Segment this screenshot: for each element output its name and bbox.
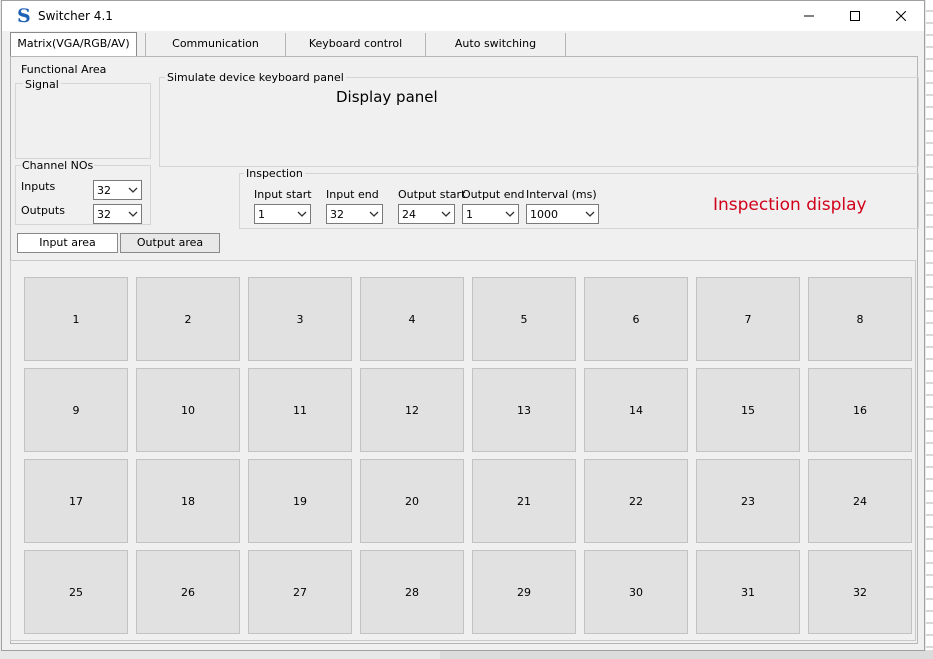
channel-button-20[interactable]: 20	[360, 459, 464, 543]
channel-button-grid: 1 2 3 4 5 6 7 8 9 10 11 12 13 14 15 16 17 18 19 20 21 22 23 24 2…	[10, 260, 916, 641]
outputs-count-select[interactable]: 32	[93, 204, 142, 224]
channel-button-15[interactable]: 15	[696, 368, 800, 452]
background-window-strip	[926, 0, 933, 659]
channel-button-13[interactable]: 13	[472, 368, 576, 452]
channel-button-30[interactable]: 30	[584, 550, 688, 634]
tab-communication[interactable]: Communication	[145, 33, 286, 57]
channel-button-18[interactable]: 18	[136, 459, 240, 543]
chevron-down-icon	[441, 211, 451, 217]
display-panel-text: Display panel	[336, 88, 438, 106]
channel-button-11[interactable]: 11	[248, 368, 352, 452]
channel-button-6[interactable]: 6	[584, 277, 688, 361]
functional-area-label: Functional Area	[21, 63, 107, 76]
tab-input-area[interactable]: Input area	[17, 233, 118, 253]
channel-button-25[interactable]: 25	[24, 550, 128, 634]
channel-button-12[interactable]: 12	[360, 368, 464, 452]
output-end-label: Output end	[462, 188, 525, 201]
keyboard-panel-label: Simulate device keyboard panel	[165, 71, 346, 84]
channel-button-32[interactable]: 32	[808, 550, 912, 634]
input-end-label: Input end	[326, 188, 379, 201]
input-start-label: Input start	[254, 188, 312, 201]
interval-label: Interval (ms)	[526, 188, 597, 201]
channel-button-31[interactable]: 31	[696, 550, 800, 634]
input-end-value: 32	[330, 208, 344, 221]
minimize-icon	[804, 15, 814, 17]
channel-button-17[interactable]: 17	[24, 459, 128, 543]
chevron-down-icon	[297, 211, 307, 217]
input-start-value: 1	[258, 208, 265, 221]
inputs-count-select[interactable]: 32	[93, 180, 142, 200]
chevron-down-icon	[128, 187, 138, 193]
channel-button-16[interactable]: 16	[808, 368, 912, 452]
channel-button-14[interactable]: 14	[584, 368, 688, 452]
background-window-edge	[440, 650, 933, 659]
outputs-label: Outputs	[21, 204, 65, 217]
channel-button-19[interactable]: 19	[248, 459, 352, 543]
output-start-value: 24	[402, 208, 416, 221]
channel-button-24[interactable]: 24	[808, 459, 912, 543]
inspection-display-text: Inspection display	[713, 195, 867, 215]
chevron-down-icon	[585, 211, 595, 217]
input-start-select[interactable]: 1	[254, 204, 311, 224]
channel-button-29[interactable]: 29	[472, 550, 576, 634]
tab-auto-switching[interactable]: Auto switching	[426, 33, 566, 57]
chevron-down-icon	[369, 211, 379, 217]
close-button[interactable]	[878, 1, 924, 31]
output-end-select[interactable]: 1	[462, 204, 519, 224]
app-logo-icon: S	[17, 5, 31, 27]
inputs-count-value: 32	[97, 184, 111, 197]
inspection-label: Inspection	[244, 167, 305, 180]
output-end-value: 1	[466, 208, 473, 221]
channel-button-1[interactable]: 1	[24, 277, 128, 361]
channel-button-23[interactable]: 23	[696, 459, 800, 543]
inputs-label: Inputs	[21, 180, 56, 193]
close-icon	[896, 11, 906, 21]
maximize-icon	[850, 11, 860, 21]
channel-button-21[interactable]: 21	[472, 459, 576, 543]
channel-button-2[interactable]: 2	[136, 277, 240, 361]
chevron-down-icon	[505, 211, 515, 217]
keyboard-panel-group	[159, 77, 919, 167]
output-start-select[interactable]: 24	[398, 204, 455, 224]
channel-button-8[interactable]: 8	[808, 277, 912, 361]
channel-button-4[interactable]: 4	[360, 277, 464, 361]
signal-group	[15, 83, 151, 159]
channel-button-3[interactable]: 3	[248, 277, 352, 361]
channel-nos-label: Channel NOs	[21, 159, 95, 172]
outputs-count-value: 32	[97, 208, 111, 221]
channel-button-7[interactable]: 7	[696, 277, 800, 361]
tab-output-area[interactable]: Output area	[120, 233, 220, 253]
input-end-select[interactable]: 32	[326, 204, 383, 224]
title-bar[interactable]: S Switcher 4.1	[2, 1, 924, 31]
channel-button-22[interactable]: 22	[584, 459, 688, 543]
channel-button-5[interactable]: 5	[472, 277, 576, 361]
channel-button-27[interactable]: 27	[248, 550, 352, 634]
maximize-button[interactable]	[832, 1, 878, 31]
channel-button-10[interactable]: 10	[136, 368, 240, 452]
app-window: S Switcher 4.1 Matrix(VGA/RGB/AV) Commun…	[1, 0, 925, 651]
channel-button-9[interactable]: 9	[24, 368, 128, 452]
tab-keyboard-control[interactable]: Keyboard control	[286, 33, 426, 57]
minimize-button[interactable]	[786, 1, 832, 31]
channel-button-26[interactable]: 26	[136, 550, 240, 634]
output-start-label: Output start	[398, 188, 466, 201]
window-title: Switcher 4.1	[38, 9, 113, 23]
tab-matrix[interactable]: Matrix(VGA/RGB/AV)	[10, 32, 137, 57]
chevron-down-icon	[128, 211, 138, 217]
interval-value: 1000	[530, 208, 558, 221]
interval-select[interactable]: 1000	[526, 204, 599, 224]
channel-button-28[interactable]: 28	[360, 550, 464, 634]
signal-label: Signal	[23, 78, 61, 91]
